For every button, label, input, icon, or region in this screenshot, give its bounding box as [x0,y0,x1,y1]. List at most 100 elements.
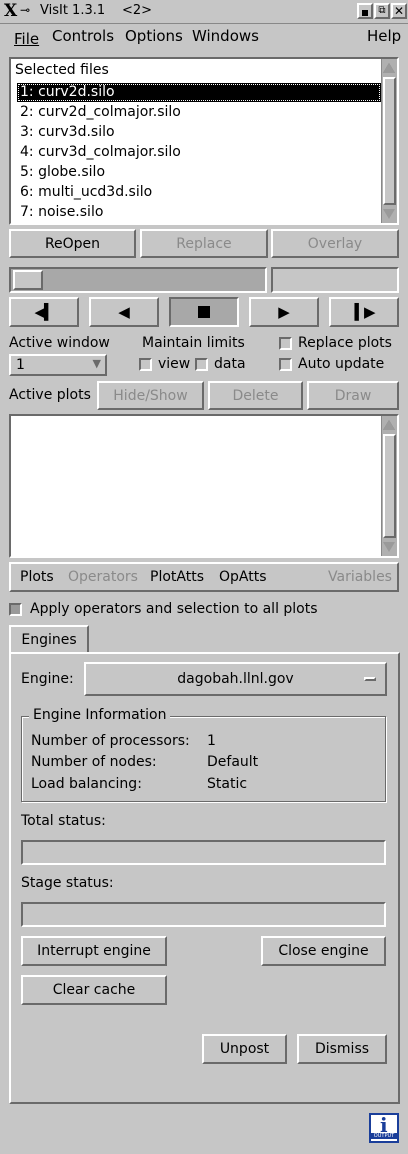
engine-info-title: Engine Information [29,707,171,723]
file-item[interactable]: 6: multi_ucd3d.silo [17,183,381,202]
menu-windows[interactable]: Windows [192,27,259,45]
time-state-field[interactable] [271,267,399,293]
data-limits-checkbox[interactable] [195,358,208,371]
reverse-play-button[interactable]: ◀ [89,297,159,327]
replace-plots-checkbox[interactable] [279,337,292,350]
engine-label: Engine: [21,671,74,687]
draw-button[interactable]: Draw [307,381,399,410]
scroll-up-icon[interactable] [383,420,395,430]
maintain-limits-label: Maintain limits [142,335,245,351]
view-limits-label: view [158,356,191,372]
engine-select[interactable]: dagobah.llnl.gov [84,662,387,696]
nodes-key: Number of nodes: [31,754,157,770]
engine-select-value: dagobah.llnl.gov [177,671,294,687]
total-status-label: Total status: [21,813,106,829]
dismiss-button[interactable]: Dismiss [297,1034,387,1064]
file-item[interactable]: 3: curv3d.silo [17,123,381,142]
file-item[interactable]: 7: noise.silo [17,203,381,222]
maximize-button[interactable]: ⧉ [374,3,390,19]
window-title-suffix: <2> [122,3,153,18]
tab-engines-label: Engines [21,632,77,648]
processors-key: Number of processors: [31,733,190,749]
x-logo-icon[interactable]: X [4,1,17,21]
plots-menu[interactable]: Plots [20,569,54,585]
minimize-button[interactable] [357,3,373,19]
scroll-thumb[interactable] [383,434,396,538]
scroll-down-icon[interactable] [383,209,395,219]
stop-icon [198,306,210,318]
reopen-button[interactable]: ReOpen [9,229,136,258]
opatts-menu[interactable]: OpAtts [219,569,267,585]
hide-show-button[interactable]: Hide/Show [97,381,204,410]
processors-value: 1 [207,733,216,749]
interrupt-engine-button[interactable]: Interrupt engine [21,936,167,966]
replace-button[interactable]: Replace [140,229,268,258]
overlay-button[interactable]: Overlay [271,229,399,258]
scroll-down-icon[interactable] [383,542,395,552]
option-menu-icon [364,677,376,681]
window-title: VisIt 1.3.1 [40,3,106,18]
active-window-combo[interactable]: 1 ▼ [9,354,107,376]
file-item[interactable]: 5: globe.silo [17,163,381,182]
apply-all-checkbox[interactable] [9,603,22,616]
menu-help[interactable]: Help [367,27,401,45]
plotatts-menu[interactable]: PlotAtts [150,569,204,585]
file-list-scrollbar[interactable] [381,59,397,223]
file-item[interactable]: 1: curv2d.silo [17,83,381,102]
selected-files-header: Selected files [15,62,109,78]
active-window-label: Active window [9,335,110,351]
stop-button[interactable] [169,297,239,327]
load-balancing-key: Load balancing: [31,776,142,792]
replace-plots-label: Replace plots [298,335,392,351]
view-limits-checkbox[interactable] [139,358,152,371]
active-window-value: 1 [16,357,25,373]
prev-frame-icon: ◀▍ [34,303,55,321]
chevron-down-icon: ▼ [92,357,101,370]
minimize-icon [362,10,368,16]
selected-files-list[interactable]: Selected files 1: curv2d.silo 2: curv2d_… [9,57,399,225]
menu-file-label: File [14,30,40,48]
scroll-thumb[interactable] [383,77,396,205]
next-frame-icon: ▍▶ [354,303,375,321]
output-button[interactable]: i OUTPUT [369,1113,399,1143]
delete-button[interactable]: Delete [208,381,303,410]
next-frame-button[interactable]: ▍▶ [329,297,399,327]
menu-options[interactable]: Options [125,27,183,45]
reverse-play-icon: ◀ [118,303,130,321]
scroll-up-icon[interactable] [383,63,395,73]
maximize-icon: ⧉ [378,5,386,16]
menu-bar: File Controls Options Windows Help [0,24,408,50]
data-limits-label: data [214,356,246,372]
menu-controls[interactable]: Controls [52,27,114,45]
clear-cache-button[interactable]: Clear cache [21,975,167,1005]
tab-engines[interactable]: Engines [9,625,89,653]
active-plots-list[interactable] [9,414,399,558]
total-status-bar [21,840,386,865]
unpost-button[interactable]: Unpost [202,1034,287,1064]
apply-all-label: Apply operators and selection to all plo… [30,601,318,617]
time-slider[interactable] [9,267,267,293]
stage-status-label: Stage status: [21,875,114,891]
title-bar: X ⊸ VisIt 1.3.1 <2> ⧉ ✕ [0,0,408,24]
file-item[interactable]: 4: curv3d_colmajor.silo [17,143,381,162]
file-item[interactable]: 2: curv2d_colmajor.silo [17,103,381,122]
plots-list-scrollbar[interactable] [381,416,397,556]
output-icon-label: OUTPUT [371,1133,397,1139]
variables-menu[interactable]: Variables [328,569,392,585]
auto-update-label: Auto update [298,356,385,372]
active-plots-label: Active plots [9,387,91,403]
close-button[interactable]: ✕ [391,3,407,19]
close-icon: ✕ [393,4,405,18]
load-balancing-value: Static [207,776,248,792]
app-pin-icon: ⊸ [20,3,31,17]
play-icon: ▶ [278,303,290,321]
close-engine-button[interactable]: Close engine [261,936,386,966]
play-button[interactable]: ▶ [249,297,319,327]
stage-status-bar [21,902,386,927]
operators-menu[interactable]: Operators [68,569,138,585]
prev-frame-button[interactable]: ◀▍ [9,297,79,327]
plot-menu-bar: Plots Operators PlotAtts OpAtts Variable… [9,562,399,592]
auto-update-checkbox[interactable] [279,358,292,371]
time-slider-handle[interactable] [13,270,43,290]
nodes-value: Default [207,754,259,770]
